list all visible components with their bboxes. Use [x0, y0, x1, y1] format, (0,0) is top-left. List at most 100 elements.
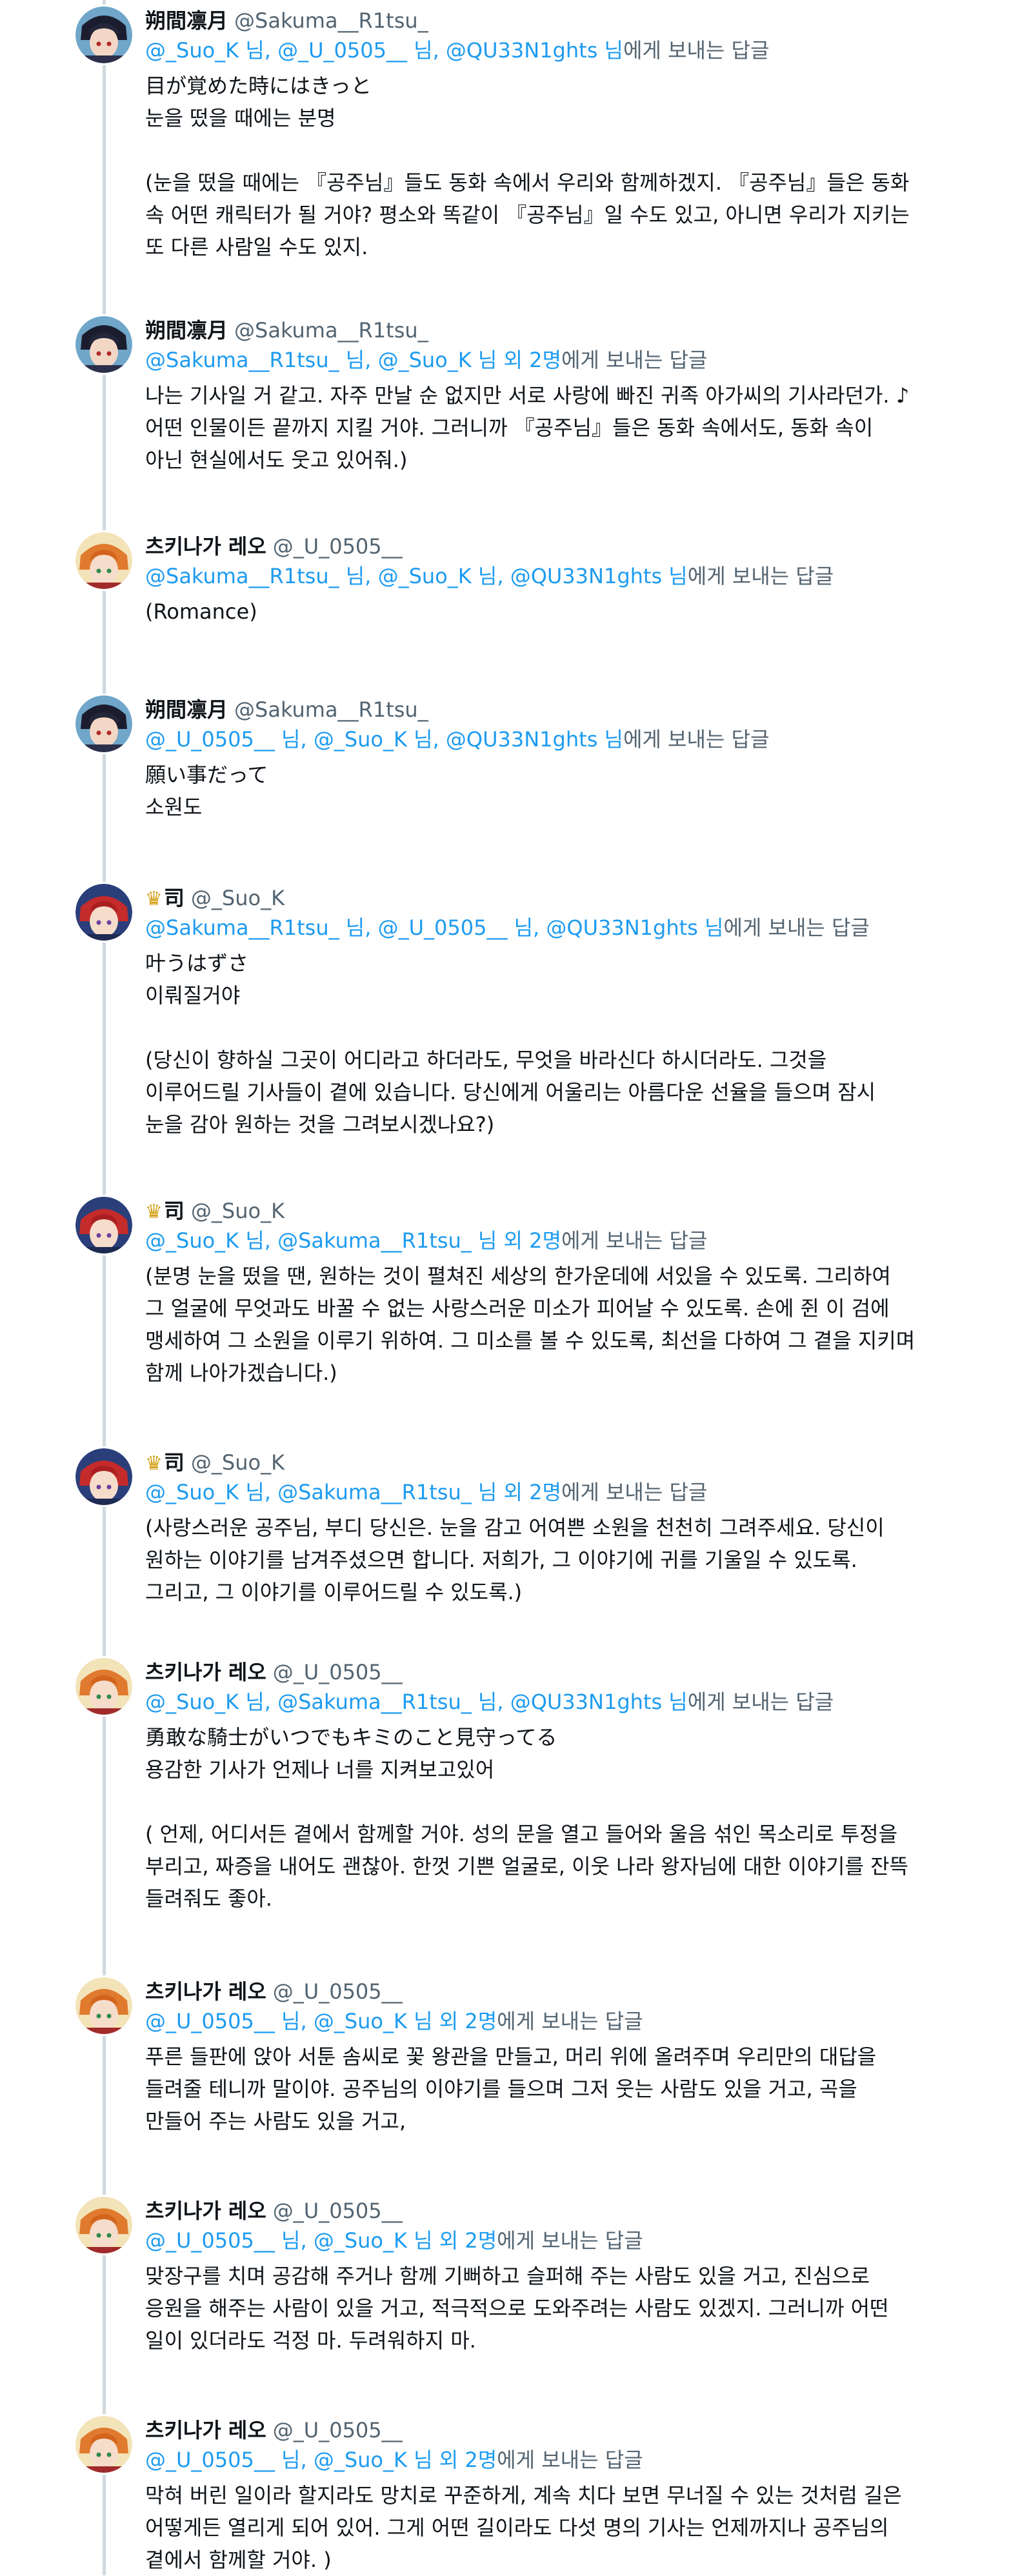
replying-to: @Sakuma__R1tsu_ 님, @_U_0505__ 님, @QU33N1…	[145, 914, 870, 942]
tweet-text-line: (사랑스러운 공주님, 부디 당신은. 눈을 감고 어여쁜 소원을 천천히 그려…	[145, 1515, 885, 1540]
avatar[interactable]	[75, 1658, 132, 1715]
crown-emoji-icon: ♛	[145, 1452, 163, 1475]
avatar[interactable]	[75, 1977, 132, 2034]
tweet-text-line: 이루어드릴 기사들이 곁에 있습니다. 당신에게 어울리는 아름다운 선율을 들…	[145, 1080, 876, 1104]
tweet-text-line: 일이 있더라도 걱정 마. 두려워하지 마.	[145, 2328, 476, 2353]
reply-mentions-link[interactable]: @Sakuma__R1tsu_ 님, @_Suo_K 님 외 2명	[145, 348, 561, 372]
user-handle[interactable]: @_Suo_K	[191, 1199, 285, 1223]
display-name[interactable]: 츠키나가 레오	[145, 1979, 266, 2004]
tweet-text-line: 막혀 버린 일이라 할지라도 망치로 꾸준하게, 계속 치다 보면 무너질 수 …	[145, 2483, 902, 2508]
avatar[interactable]	[75, 695, 132, 752]
reply-mentions-link[interactable]: @_Suo_K 님, @Sakuma__R1tsu_ 님 외 2명	[145, 1228, 561, 1253]
reply-suffix-text: 에게 보내는 답글	[687, 1690, 834, 1714]
reply-mentions-link[interactable]: @_U_0505__ 님, @_Suo_K 님 외 2명	[145, 2448, 497, 2472]
tweet-text-line	[145, 134, 965, 166]
user-handle[interactable]: @_U_0505__	[273, 2418, 403, 2442]
tweet-text: (사랑스러운 공주님, 부디 당신은. 눈을 감고 어여쁜 소원을 천천히 그려…	[145, 1512, 965, 1608]
tweet-text-line: 맞장구를 치며 공감해 주거나 함께 기뻐하고 슬퍼해 주는 사람도 있을 거고…	[145, 2264, 870, 2288]
display-name[interactable]: 츠키나가 레오	[145, 534, 266, 559]
tweet-text: (분명 눈을 떴을 땐, 원하는 것이 펼쳐진 세상의 한가운데에 서있을 수 …	[145, 1260, 965, 1389]
user-handle[interactable]: @_U_0505__	[273, 1979, 403, 2004]
tweet-text-line: 아닌 현실에서도 웃고 있어줘.)	[145, 448, 408, 472]
tweet-text-line: 속 어떤 캐릭터가 될 거야? 평소와 똑같이 『공주님』일 수도 있고, 아니…	[145, 203, 910, 227]
user-handle[interactable]: @_U_0505__	[273, 2199, 403, 2223]
tweet-text-line: 눈을 떴을 때에는 분명	[145, 106, 336, 130]
tweet-text-line: 어떤 인물이든 끝까지 지킬 거야. 그러니까 『공주님』들은 동화 속에서도,…	[145, 415, 874, 440]
tweet-header: 朔間凛月 @Sakuma__R1tsu_	[145, 695, 428, 724]
display-name[interactable]: 朔間凛月	[145, 318, 228, 343]
replying-to: @_Suo_K 님, @Sakuma__R1tsu_ 님, @QU33N1ght…	[145, 1688, 834, 1716]
crown-emoji-icon: ♛	[145, 1201, 163, 1223]
display-name[interactable]: 司	[164, 886, 185, 910]
tweet-header: 츠키나가 레오 @_U_0505__	[145, 2416, 403, 2444]
tweet-text-line: 원하는 이야기를 남겨주셨으면 합니다. 저희가, 그 이야기에 귀를 기울일 …	[145, 1548, 857, 1572]
reply-mentions-link[interactable]: @_U_0505__ 님, @_Suo_K 님, @QU33N1ghts 님	[145, 727, 623, 752]
display-name[interactable]: 츠키나가 레오	[145, 2199, 266, 2223]
user-handle[interactable]: @Sakuma__R1tsu_	[234, 8, 428, 33]
reply-mentions-link[interactable]: @_U_0505__ 님, @_Suo_K 님 외 2명	[145, 2228, 497, 2253]
reply-suffix-text: 에게 보내는 답글	[561, 1480, 708, 1504]
user-handle[interactable]: @_U_0505__	[273, 534, 403, 559]
display-name[interactable]: 츠키나가 레오	[145, 2418, 266, 2442]
avatar[interactable]	[75, 1197, 132, 1253]
display-name[interactable]: 朔間凛月	[145, 8, 228, 33]
replying-to: @_Suo_K 님, @_U_0505__ 님, @QU33N1ghts 님에게…	[145, 36, 769, 65]
tweet-text-line: ( 언제, 어디서든 곁에서 함께할 거야. 성의 문을 열고 들어와 울음 섞…	[145, 1822, 898, 1846]
display-name[interactable]: 司	[164, 1450, 185, 1475]
reply-mentions-link[interactable]: @_Suo_K 님, @_U_0505__ 님, @QU33N1ghts 님	[145, 38, 623, 63]
tweet-text-line: 그리고, 그 이야기를 이루어드릴 수 있도록.)	[145, 1580, 523, 1604]
tweet-text-line	[145, 1786, 965, 1818]
reply-suffix-text: 에게 보내는 답글	[497, 2448, 643, 2472]
avatar[interactable]	[75, 2197, 132, 2253]
tweet-header: 츠키나가 레오 @_U_0505__	[145, 1658, 403, 1686]
tweet-text-line: 들려줄 테니까 말이야. 공주님의 이야기를 들으며 그저 웃는 사람도 있을 …	[145, 2077, 857, 2101]
tweet-text: 막혀 버린 일이라 할지라도 망치로 꾸준하게, 계속 치다 보면 무너질 수 …	[145, 2479, 965, 2576]
display-name[interactable]: 츠키나가 레오	[145, 1660, 266, 1684]
tweet-text-line: 용감한 기사가 언제나 너를 지켜보고있어	[145, 1757, 495, 1782]
reply-mentions-link[interactable]: @_Suo_K 님, @Sakuma__R1tsu_ 님, @QU33N1ght…	[145, 1690, 688, 1714]
reply-suffix-text: 에게 보내는 답글	[687, 564, 834, 588]
reply-mentions-link[interactable]: @Sakuma__R1tsu_ 님, @_U_0505__ 님, @QU33N1…	[145, 915, 723, 940]
tweet-text-line: 이뤄질거야	[145, 983, 241, 1008]
user-handle[interactable]: @_Suo_K	[191, 1450, 285, 1475]
tweet-text-line: 눈을 감아 원하는 것을 그려보시겠나요?)	[145, 1112, 495, 1137]
replying-to: @_Suo_K 님, @Sakuma__R1tsu_ 님 외 2명에게 보내는 …	[145, 1226, 707, 1255]
tweet-text: 願い事だって 소원도	[145, 759, 965, 823]
replying-to: @_U_0505__ 님, @_Suo_K 님 외 2명에게 보내는 답글	[145, 2226, 643, 2255]
display-name[interactable]: 司	[164, 1199, 185, 1223]
user-handle[interactable]: @_U_0505__	[273, 1660, 403, 1684]
avatar[interactable]	[75, 6, 132, 63]
user-handle[interactable]: @_Suo_K	[191, 886, 285, 910]
display-name[interactable]: 朔間凛月	[145, 697, 228, 722]
avatar[interactable]	[75, 884, 132, 941]
tweet-text-line: 맹세하여 그 소원을 이루기 위하여. 그 미소를 볼 수 있도록, 최선을 다…	[145, 1328, 916, 1353]
reply-suffix-text: 에게 보내는 답글	[623, 727, 770, 752]
tweet-text-line: 勇敢な騎士がいつでもキミのこと見守ってる	[145, 1725, 557, 1750]
tweet-text-line: (Romance)	[145, 599, 257, 624]
tweet-text-line: 부리고, 짜증을 내어도 괜찮아. 한껏 기쁜 얼굴로, 이웃 나라 왕자님에 …	[145, 1854, 908, 1879]
tweet-text-line: (눈을 떴을 때에는 『공주님』들도 동화 속에서 우리와 함께하겠지. 『공주…	[145, 170, 910, 195]
reply-mentions-link[interactable]: @_U_0505__ 님, @_Suo_K 님 외 2명	[145, 2009, 497, 2033]
avatar[interactable]	[75, 1448, 132, 1505]
reply-mentions-link[interactable]: @_Suo_K 님, @Sakuma__R1tsu_ 님 외 2명	[145, 1480, 561, 1504]
tweet-text-line: 그 얼굴에 무엇과도 바꿀 수 없는 사랑스러운 미소가 피어날 수 있도록. …	[145, 1296, 890, 1321]
avatar[interactable]	[75, 316, 132, 373]
avatar[interactable]	[75, 532, 132, 589]
reply-mentions-link[interactable]: @Sakuma__R1tsu_ 님, @_Suo_K 님, @QU33N1ght…	[145, 564, 688, 588]
user-handle[interactable]: @Sakuma__R1tsu_	[234, 697, 428, 722]
tweet-header: 朔間凛月 @Sakuma__R1tsu_	[145, 6, 428, 35]
replying-to: @_U_0505__ 님, @_Suo_K 님, @QU33N1ghts 님에게…	[145, 725, 769, 754]
avatar[interactable]	[75, 2416, 132, 2473]
tweet-text-line: 응원을 해주는 사람이 있을 거고, 적극적으로 도와주려는 사람도 있겠지. …	[145, 2296, 889, 2321]
reply-suffix-text: 에게 보내는 답글	[723, 915, 870, 940]
tweet-text-line	[145, 1012, 965, 1044]
reply-suffix-text: 에게 보내는 답글	[623, 38, 770, 63]
replying-to: @_U_0505__ 님, @_Suo_K 님 외 2명에게 보내는 답글	[145, 2446, 643, 2474]
user-handle[interactable]: @Sakuma__R1tsu_	[234, 318, 428, 343]
reply-suffix-text: 에게 보내는 답글	[561, 348, 708, 372]
tweet-text-line: 願い事だって	[145, 763, 268, 787]
reply-suffix-text: 에게 보내는 답글	[497, 2009, 643, 2033]
crown-emoji-icon: ♛	[145, 888, 163, 910]
tweet-text: 푸른 들판에 앉아 서툰 솜씨로 꽃 왕관을 만들고, 머리 위에 올려주며 우…	[145, 2041, 965, 2137]
tweet-header: ♛司 @_Suo_K	[145, 884, 285, 912]
